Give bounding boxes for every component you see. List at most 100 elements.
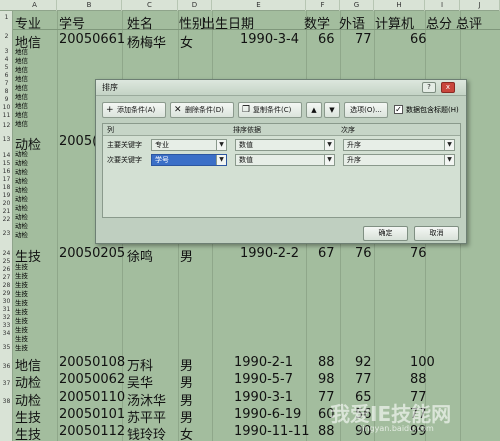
row-number[interactable]: 5 [0,64,13,71]
header-cell[interactable]: 学号 [59,13,85,32]
row-number[interactable]: 24 [0,250,13,257]
row-number[interactable]: 14 [0,152,13,159]
row-number[interactable]: 4 [0,56,13,63]
header-cell[interactable]: 外语 [339,13,365,32]
cell[interactable]: 1990-3-1 [234,390,293,405]
cell[interactable]: 动检 [15,372,41,391]
cell[interactable]: 女 [180,424,193,441]
row-number[interactable]: 26 [0,266,13,273]
cell[interactable]: 66 [410,32,427,47]
secondary-sort-on-select[interactable]: 数值 ▼ [235,154,335,166]
header-cell[interactable]: 总评 [456,13,482,32]
row-number[interactable]: 11 [0,112,13,119]
row-number[interactable]: 8 [0,88,13,95]
cell[interactable]: 20050062 [59,372,125,387]
col-f[interactable]: F [306,0,340,11]
dropdown-arrow-icon[interactable]: ▼ [324,155,334,165]
primary-column-select[interactable]: 专业 ▼ [151,139,227,151]
small-cell[interactable]: 生技 [15,326,28,335]
cancel-button[interactable]: 取消 [414,226,459,241]
cell[interactable]: 88 [410,372,427,387]
row-number[interactable]: 28 [0,282,13,289]
cell[interactable]: 67 [318,246,335,261]
close-button[interactable]: x [441,82,455,93]
row-number[interactable]: 20 [0,200,13,207]
cell[interactable]: 1990-6-19 [234,407,301,422]
col-h[interactable]: H [374,0,425,11]
row-number[interactable]: 38 [0,398,13,405]
small-cell[interactable]: 生技 [15,263,28,272]
cell[interactable]: 2005( [59,134,97,149]
small-cell[interactable]: 地信 [15,57,28,66]
delete-condition-button[interactable]: ✕ 删除条件(D) [170,102,234,118]
small-cell[interactable]: 动检 [15,213,28,222]
row-number[interactable]: 19 [0,192,13,199]
small-cell[interactable]: 地信 [15,84,28,93]
header-cell[interactable]: 计算机 [375,13,414,32]
small-cell[interactable]: 动检 [15,177,28,186]
header-cell[interactable]: 出生日期 [202,13,254,32]
cell[interactable]: 98 [318,372,335,387]
secondary-order-select[interactable]: 升序 ▼ [343,154,455,166]
cell[interactable]: 76 [355,246,372,261]
primary-sort-on-select[interactable]: 数值 ▼ [235,139,335,151]
col-a[interactable]: A [13,0,57,11]
row-number[interactable]: 33 [0,322,13,329]
row-number[interactable]: 16 [0,168,13,175]
header-cell[interactable]: 总分 [426,13,452,32]
row-number[interactable]: 37 [0,380,13,387]
row-number[interactable]: 27 [0,274,13,281]
row-number[interactable]: 12 [0,122,13,129]
sort-dialog[interactable]: 排序 ? x + 添加条件(A) ✕ 删除条件(D) ❐ 复制条件(C) ▲ ▼… [95,79,467,244]
cell[interactable]: 生技 [15,424,41,441]
cell[interactable]: 男 [180,246,193,265]
help-button[interactable]: ? [422,82,436,93]
small-cell[interactable]: 地信 [15,111,28,120]
cell[interactable]: 92 [355,355,372,370]
col-e[interactable]: E [212,0,306,11]
col-c[interactable]: C [122,0,178,11]
dialog-titlebar[interactable]: 排序 ? x [96,80,466,96]
row-number[interactable]: 23 [0,230,13,237]
small-cell[interactable]: 动检 [15,168,28,177]
col-d[interactable]: D [178,0,212,11]
row-number[interactable]: 9 [0,96,13,103]
row-number[interactable]: 35 [0,344,13,351]
header-cell[interactable]: 姓名 [127,13,153,32]
cell[interactable]: 20050108 [59,355,125,370]
cell[interactable]: 1990-2-1 [234,355,293,370]
cell[interactable]: 徐鸣 [127,246,153,265]
cell[interactable]: 20050205 [59,246,125,261]
small-cell[interactable]: 地信 [15,75,28,84]
row-number[interactable]: 10 [0,104,13,111]
cell[interactable]: 吴华 [127,372,153,391]
header-checkbox[interactable]: ✓ [394,105,403,114]
cell[interactable]: 66 [318,32,335,47]
add-condition-button[interactable]: + 添加条件(A) [102,102,166,118]
row-number[interactable]: 1 [0,14,13,21]
small-cell[interactable]: 动检 [15,186,28,195]
small-cell[interactable]: 生技 [15,344,28,353]
sort-row-primary[interactable]: 主要关键字 专业 ▼ 数值 ▼ 升序 ▼ [103,137,460,152]
cell[interactable]: 20050101 [59,407,125,422]
cell[interactable]: 杨梅华 [127,32,166,51]
row-number[interactable]: 2 [0,33,13,40]
header-cell[interactable]: 数学 [304,13,330,32]
row-number[interactable]: 17 [0,176,13,183]
row-number[interactable]: 25 [0,258,13,265]
cell[interactable]: 1990-2-2 [240,246,299,261]
cell[interactable]: 20050112 [59,424,125,439]
cell[interactable]: 77 [355,372,372,387]
small-cell[interactable]: 地信 [15,102,28,111]
small-cell[interactable]: 生技 [15,299,28,308]
small-cell[interactable]: 动检 [15,222,28,231]
small-cell[interactable]: 生技 [15,272,28,281]
dropdown-arrow-icon[interactable]: ▼ [444,140,454,150]
small-cell[interactable]: 动检 [15,231,28,240]
move-up-button[interactable]: ▲ [306,102,322,118]
small-cell[interactable]: 地信 [15,93,28,102]
row-number[interactable]: 31 [0,306,13,313]
cell[interactable]: 女 [180,32,193,51]
small-cell[interactable]: 生技 [15,317,28,326]
cell[interactable]: 男 [180,372,193,391]
